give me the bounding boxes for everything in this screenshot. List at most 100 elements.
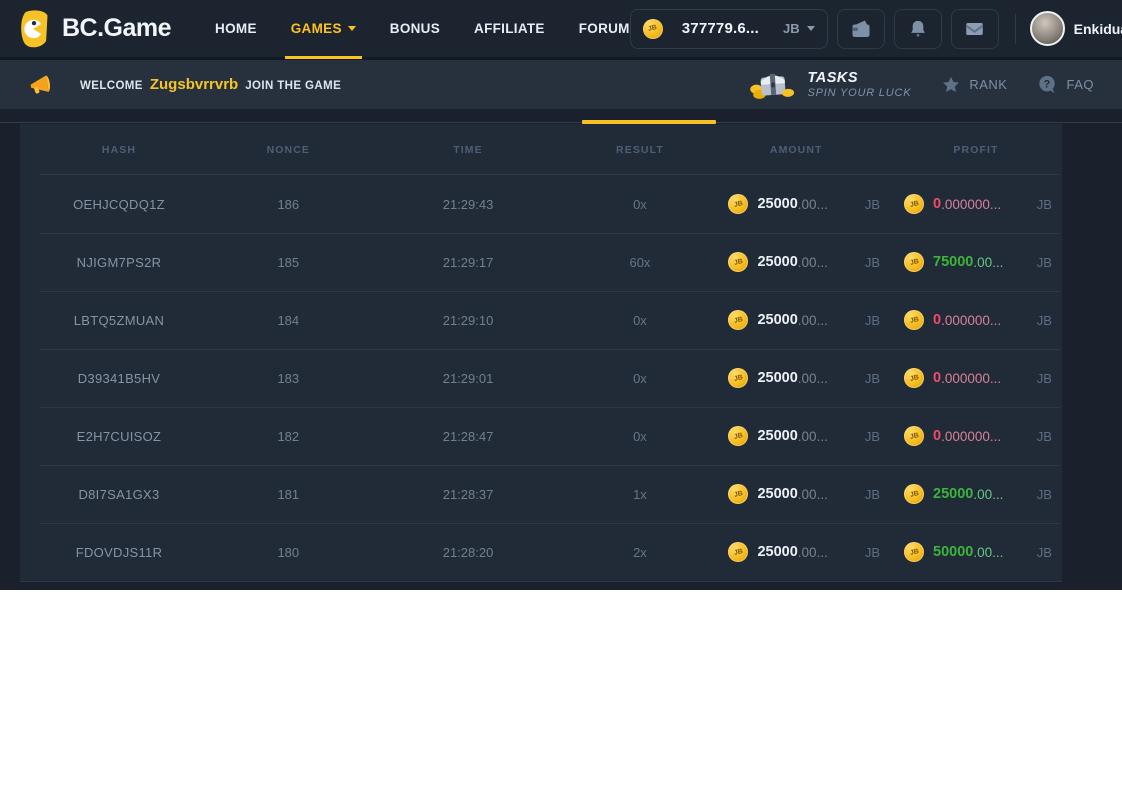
divider: [1015, 14, 1016, 44]
bet-time: 21:28:20: [359, 545, 578, 560]
coin-icon: JB: [904, 368, 924, 388]
nav-item-label: AFFILIATE: [474, 21, 545, 36]
coin-icon: JB: [904, 194, 924, 214]
coin-icon: JB: [904, 426, 924, 446]
amount-currency: JB: [865, 429, 890, 444]
announcement-bar: WELCOME Zugsbvrrvrb JOIN THE GAME: [0, 60, 1122, 109]
amount-decimals: .00...: [798, 545, 828, 560]
column-header-time: TIME: [359, 144, 578, 156]
nav-right-section: JB 377779.6... JB: [630, 9, 1122, 49]
bet-profit: JB 0.000000... JB: [890, 368, 1062, 388]
bet-hash: D39341B5HV: [20, 371, 218, 386]
bet-amount: JB 25000.00... JB: [702, 252, 890, 272]
tabs-strip: [0, 109, 1122, 124]
amount-integer: 25000: [757, 428, 797, 444]
profit-currency: JB: [1037, 487, 1062, 502]
rank-link[interactable]: RANK: [941, 75, 1007, 95]
treasure-chest-icon: [748, 64, 797, 105]
bet-time: 21:29:10: [359, 313, 578, 328]
tasks-link[interactable]: TASKS SPIN YOUR LUCK: [749, 66, 911, 104]
table-header-row: HASH NONCE TIME RESULT AMOUNT PROFIT: [20, 124, 1062, 175]
amount-currency: JB: [865, 197, 890, 212]
table-row[interactable]: E2H7CUISOZ 182 21:28:47 0x JB 25000.00..…: [20, 407, 1062, 465]
brand-name: BC.Game: [62, 14, 171, 43]
bet-nonce: 182: [218, 429, 359, 444]
coin-icon: JB: [643, 19, 663, 39]
bet-hash: FDOVDJS11R: [20, 545, 218, 560]
user-name: Enkidua: [1074, 21, 1122, 37]
balance-amount: 377779.6...: [682, 20, 759, 37]
table-row[interactable]: FDOVDJS11R 180 21:28:20 2x JB 25000.00..…: [20, 523, 1062, 581]
table-row[interactable]: LBTQ5ZMUAN 184 21:29:10 0x JB 25000.00..…: [20, 291, 1062, 349]
megaphone-icon: [26, 71, 55, 98]
messages-button[interactable]: [951, 9, 999, 49]
bet-hash: D8I7SA1GX3: [20, 487, 218, 502]
nav-item-home[interactable]: HOME: [215, 0, 257, 59]
bet-time: 21:28:47: [359, 429, 578, 444]
bet-result: 1x: [577, 487, 702, 502]
profit-currency: JB: [1037, 429, 1062, 444]
profit-integer: 0: [933, 428, 941, 444]
profit-currency: JB: [1037, 197, 1062, 212]
nav-item-affiliate[interactable]: AFFILIATE: [474, 0, 545, 59]
coin-icon: JB: [728, 368, 748, 388]
nav-item-label: GAMES: [291, 21, 342, 36]
bets-table: HASH NONCE TIME RESULT AMOUNT PROFIT OEH…: [20, 124, 1062, 582]
currency-dropdown[interactable]: JB: [783, 21, 815, 36]
amount-decimals: .00...: [798, 313, 828, 328]
profit-currency: JB: [1037, 371, 1062, 386]
notifications-button[interactable]: [894, 9, 942, 49]
wallet-button[interactable]: [837, 9, 885, 49]
bell-icon: [907, 18, 929, 40]
profit-integer: 50000: [933, 544, 973, 560]
amount-integer: 25000: [757, 254, 797, 270]
faq-label: FAQ: [1066, 77, 1094, 92]
profit-decimals: .00...: [973, 545, 1003, 560]
coin-icon: JB: [904, 542, 924, 562]
profit-integer: 0: [933, 370, 941, 386]
bet-profit: JB 50000.00... JB: [890, 542, 1062, 562]
table-row[interactable]: D39341B5HV 183 21:29:01 0x JB 25000.00..…: [20, 349, 1062, 407]
profit-decimals: .00...: [973, 487, 1003, 502]
brand-logo[interactable]: BC.Game: [16, 9, 171, 49]
faq-link[interactable]: ? FAQ: [1037, 74, 1094, 95]
profit-currency: JB: [1037, 545, 1062, 560]
browser-viewport: BC.Game HOME GAMES BONUS AFFILIATE FORUM: [0, 0, 1122, 793]
user-menu[interactable]: Enkidua: [1030, 11, 1122, 46]
main-nav: HOME GAMES BONUS AFFILIATE FORUM: [215, 0, 630, 59]
bet-nonce: 186: [218, 197, 359, 212]
nav-item-label: HOME: [215, 21, 257, 36]
balance-display[interactable]: JB 377779.6... JB: [630, 9, 828, 49]
empty-page-area: [0, 590, 1122, 793]
bet-hash: LBTQ5ZMUAN: [20, 313, 218, 328]
profit-integer: 25000: [933, 486, 973, 502]
active-tab-indicator: [582, 120, 716, 124]
profit-decimals: .000000...: [941, 313, 1001, 328]
bet-result: 0x: [577, 371, 702, 386]
bet-hash: E2H7CUISOZ: [20, 429, 218, 444]
bet-nonce: 183: [218, 371, 359, 386]
profit-currency: JB: [1037, 255, 1062, 270]
table-row[interactable]: NJIGM7PS2R 185 21:29:17 60x JB 25000.00.…: [20, 233, 1062, 291]
amount-integer: 25000: [757, 312, 797, 328]
amount-currency: JB: [865, 313, 890, 328]
column-header-profit: PROFIT: [890, 144, 1062, 156]
column-header-amount: AMOUNT: [702, 144, 890, 156]
profit-integer: 0: [933, 312, 941, 328]
nav-item-bonus[interactable]: BONUS: [390, 0, 440, 59]
bet-result: 60x: [577, 255, 702, 270]
question-icon: ?: [1037, 74, 1058, 95]
bet-amount: JB 25000.00... JB: [702, 310, 890, 330]
mail-icon: [963, 18, 986, 40]
nav-item-games[interactable]: GAMES: [291, 0, 356, 59]
bet-profit: JB 0.000000... JB: [890, 194, 1062, 214]
profit-decimals: .000000...: [941, 197, 1001, 212]
table-row[interactable]: D8I7SA1GX3 181 21:28:37 1x JB 25000.00..…: [20, 465, 1062, 523]
bet-profit: JB 0.000000... JB: [890, 426, 1062, 446]
welcome-suffix: JOIN THE GAME: [245, 80, 341, 92]
coin-icon: JB: [728, 484, 748, 504]
tasks-title: TASKS: [807, 69, 911, 87]
nav-item-forum[interactable]: FORUM: [579, 0, 630, 59]
coin-icon: JB: [728, 252, 748, 272]
table-row[interactable]: OEHJCQDQ1Z 186 21:29:43 0x JB 25000.00..…: [20, 175, 1062, 233]
